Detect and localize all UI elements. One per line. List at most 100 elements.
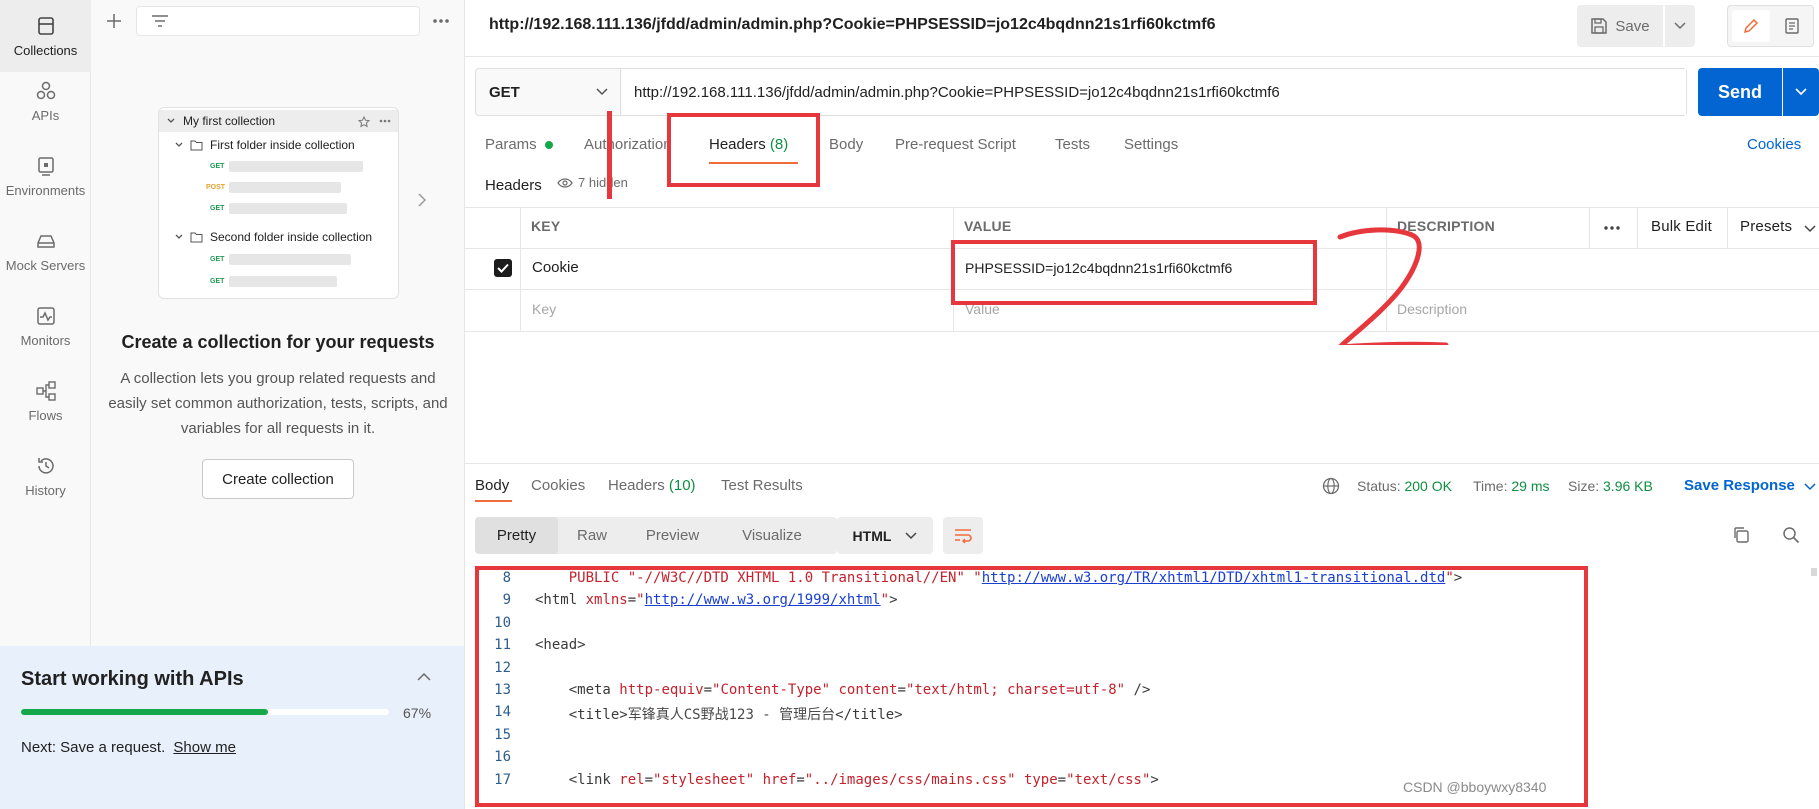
flows-icon xyxy=(35,380,56,401)
chevron-up-icon[interactable] xyxy=(417,672,431,681)
preview-folder-2: Second folder inside collection xyxy=(210,230,373,244)
progress-fill xyxy=(21,709,268,715)
view-preview[interactable]: Preview xyxy=(626,517,719,554)
tab-tests[interactable]: Tests xyxy=(1055,136,1090,153)
cookies-link[interactable]: Cookies xyxy=(1747,136,1801,153)
scrollbar-thumb[interactable] xyxy=(1811,568,1817,576)
header-key-cell[interactable]: Cookie xyxy=(532,259,579,276)
more-horizontal-icon[interactable] xyxy=(1603,225,1621,231)
chevron-down-icon[interactable] xyxy=(1804,483,1816,491)
check-icon xyxy=(497,263,509,273)
rail-monitors[interactable]: Monitors xyxy=(0,290,91,362)
tab-authorization[interactable]: Authorization xyxy=(584,136,672,153)
chevron-down-icon xyxy=(167,118,175,123)
empty-state-description: A collection lets you group related requ… xyxy=(108,370,448,437)
status-value: 200 OK xyxy=(1404,478,1452,494)
request-title[interactable]: http://192.168.111.136/jfdd/admin/admin.… xyxy=(489,16,1215,34)
tab-prerequest-script[interactable]: Pre-request Script xyxy=(895,136,1016,153)
response-tab-test-results[interactable]: Test Results xyxy=(721,477,803,494)
create-collection-button[interactable]: Create collection xyxy=(202,459,354,499)
apis-icon xyxy=(36,81,55,99)
globe-icon[interactable] xyxy=(1322,477,1340,495)
show-me-link[interactable]: Show me xyxy=(173,739,236,756)
tab-params[interactable]: Params xyxy=(485,136,553,153)
method-select[interactable]: GET xyxy=(476,69,621,115)
header-enabled-checkbox[interactable] xyxy=(494,259,512,277)
save-button[interactable]: Save xyxy=(1577,5,1663,47)
headers-section-label: Headers xyxy=(485,177,542,194)
onboarding-title: Start working with APIs xyxy=(21,668,244,690)
rail-mock-servers[interactable]: Mock Servers xyxy=(0,215,91,287)
view-visualize[interactable]: Visualize xyxy=(719,517,825,554)
copy-icon[interactable] xyxy=(1732,526,1750,544)
save-response-label: Save Response xyxy=(1684,477,1795,494)
size-label: Size: xyxy=(1568,478,1600,494)
environments-icon xyxy=(37,156,54,176)
status-label: Status: xyxy=(1357,478,1401,494)
rail-flows[interactable]: Flows xyxy=(0,365,91,437)
wrap-lines-button[interactable] xyxy=(943,517,983,554)
column-value: VALUE xyxy=(964,218,1012,234)
plus-icon xyxy=(107,14,121,28)
response-tab-cookies[interactable]: Cookies xyxy=(531,477,585,494)
url-input[interactable]: http://192.168.111.136/jfdd/admin/admin.… xyxy=(622,69,1686,115)
language-select[interactable]: HTML xyxy=(837,517,933,554)
divider xyxy=(465,56,1819,57)
status-dot xyxy=(544,141,553,150)
placeholder-bar xyxy=(229,254,351,265)
filter-icon xyxy=(152,15,168,27)
rail-environments[interactable]: Environments xyxy=(0,140,91,212)
annotation-number-1 xyxy=(607,111,612,199)
rail-collections[interactable]: Collections xyxy=(0,0,91,72)
method-value: GET xyxy=(489,83,520,101)
new-key-input[interactable]: Key xyxy=(532,301,556,317)
response-tab-body[interactable]: Body xyxy=(475,477,509,494)
docs-mode-button[interactable] xyxy=(1774,10,1810,42)
star-icon xyxy=(358,116,370,128)
tab-label: Params xyxy=(485,136,537,153)
send-button[interactable]: Send xyxy=(1698,68,1782,116)
filter-input[interactable] xyxy=(136,6,420,36)
annotation-box-response-body xyxy=(475,566,1588,807)
request-bar: GET http://192.168.111.136/jfdd/admin/ad… xyxy=(475,68,1687,116)
document-icon xyxy=(1785,18,1799,34)
rail-history[interactable]: History xyxy=(0,440,91,512)
save-options-button[interactable] xyxy=(1665,5,1695,47)
active-tab-indicator xyxy=(475,500,512,502)
annotation-box-headers-tab xyxy=(667,113,820,187)
size-value: 3.96 KB xyxy=(1603,478,1653,494)
rail-apis[interactable]: APIs xyxy=(0,65,91,137)
view-mode-toggle[interactable] xyxy=(1727,5,1814,47)
chevron-down-icon xyxy=(1674,22,1686,30)
chevron-down-icon xyxy=(905,531,917,539)
view-pretty[interactable]: Pretty xyxy=(475,517,558,554)
more-options-button[interactable] xyxy=(428,10,454,32)
presets-dropdown[interactable]: Presets xyxy=(1740,218,1792,235)
tab-body[interactable]: Body xyxy=(829,136,863,153)
bulk-edit-button[interactable]: Bulk Edit xyxy=(1651,218,1712,235)
placeholder-bar xyxy=(229,182,341,193)
chevron-down-icon xyxy=(175,234,183,239)
response-time: Time: 29 ms xyxy=(1473,478,1550,494)
send-options-button[interactable] xyxy=(1783,68,1819,116)
tab-settings[interactable]: Settings xyxy=(1124,136,1178,153)
new-button[interactable] xyxy=(103,10,125,32)
rail-label: Monitors xyxy=(20,332,71,348)
tab-label: Headers xyxy=(608,477,665,494)
edit-mode-button[interactable] xyxy=(1732,10,1770,42)
response-tab-headers[interactable]: Headers (10) xyxy=(608,477,696,494)
rail-label: Flows xyxy=(28,407,63,423)
chevron-down-icon xyxy=(1804,225,1816,233)
save-response-button[interactable]: Save Response xyxy=(1684,477,1795,494)
hidden-headers-toggle[interactable]: 7 hidden xyxy=(557,175,628,190)
watermark: CSDN @bboywxy8340 xyxy=(1403,779,1547,795)
chevron-down-icon xyxy=(1795,88,1807,96)
search-icon[interactable] xyxy=(1782,526,1800,544)
method-tag: GET xyxy=(210,278,225,285)
save-icon xyxy=(1591,18,1608,34)
progress-percent: 67% xyxy=(403,705,432,721)
view-raw[interactable]: Raw xyxy=(558,517,626,554)
chevron-right-icon[interactable] xyxy=(417,192,427,208)
language-value: HTML xyxy=(852,527,892,544)
rail-label: Environments xyxy=(5,182,86,198)
